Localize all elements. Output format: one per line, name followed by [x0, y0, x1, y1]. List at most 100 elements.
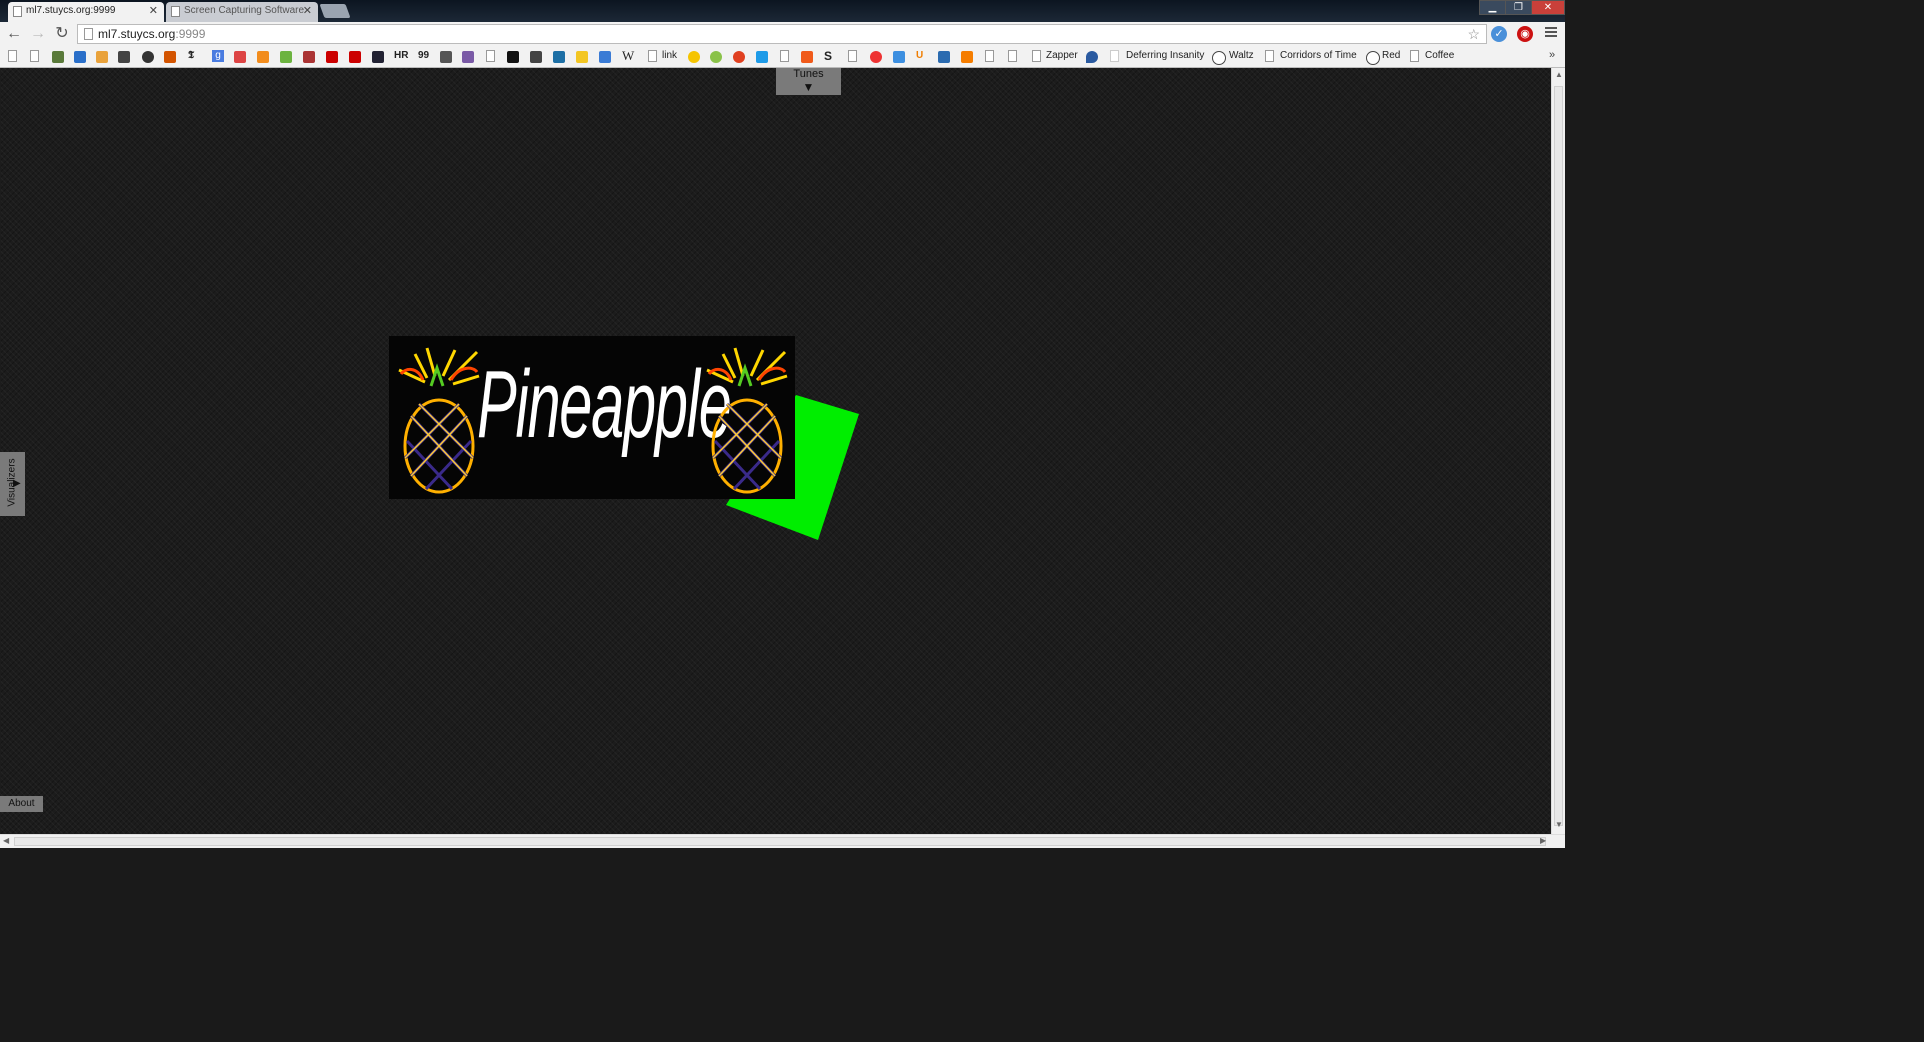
- blue-bookmark-icon[interactable]: [756, 51, 768, 63]
- pineapple-left-icon: [398, 347, 480, 494]
- page-bookmark-icon[interactable]: [486, 50, 495, 62]
- page-bookmark-icon[interactable]: [985, 50, 994, 62]
- bookmark-star-icon[interactable]: ☆: [1467, 25, 1480, 43]
- red-bookmark-icon[interactable]: [1366, 51, 1380, 65]
- adblock-icon[interactable]: ◉: [1517, 26, 1533, 42]
- bookmark-zapper[interactable]: Zapper: [1046, 50, 1078, 61]
- stack-bookmark-icon[interactable]: [553, 51, 565, 63]
- scroll-right-icon[interactable]: ▶: [1540, 836, 1546, 845]
- photo-bookmark-icon[interactable]: [52, 51, 64, 63]
- gmail-bookmark-icon[interactable]: [234, 51, 246, 63]
- visualizers-tab[interactable]: Visualizers ▶: [0, 452, 25, 516]
- blogger-bookmark-icon[interactable]: [961, 51, 973, 63]
- youtube-bookmark-icon[interactable]: [326, 51, 338, 63]
- wikipedia-bookmark-icon[interactable]: W: [622, 48, 634, 64]
- page-content: Tunes ▼ Pineapple Visualizers ▶ About: [0, 68, 1551, 834]
- pineapple-banner: Pineapple: [389, 336, 795, 499]
- bookmark-coffee[interactable]: Coffee: [1425, 50, 1454, 61]
- page-bookmark-icon[interactable]: [8, 50, 17, 62]
- tab-title: Screen Capturing Software: [184, 5, 305, 16]
- close-tab-icon[interactable]: ✕: [303, 2, 312, 20]
- bookmarks-overflow-icon[interactable]: »: [1549, 49, 1555, 61]
- minimize-icon[interactable]: ▁: [1479, 0, 1506, 15]
- page-bookmark-icon[interactable]: [1008, 50, 1017, 62]
- right-triangle-icon: ▶: [13, 478, 21, 489]
- u-bookmark-icon[interactable]: U: [916, 50, 923, 61]
- scrollbar-thumb[interactable]: [14, 837, 1546, 846]
- hr-bookmark-icon[interactable]: HR: [394, 50, 408, 61]
- nyt-bookmark-icon[interactable]: 𝕿: [188, 50, 194, 61]
- pineapple-title: Pineapple: [477, 351, 732, 458]
- reddit-bookmark-icon[interactable]: [164, 51, 176, 63]
- vertical-scrollbar[interactable]: ▲ ▼: [1551, 68, 1565, 834]
- tab-active[interactable]: ml7.stuycs.org:9999 ✕: [8, 2, 164, 22]
- extension-icon[interactable]: ✓: [1491, 26, 1507, 42]
- bookmark-link[interactable]: link: [662, 50, 677, 61]
- book-bookmark-icon[interactable]: [303, 51, 315, 63]
- bookmark-waltz[interactable]: Waltz: [1229, 50, 1254, 61]
- analytics-bookmark-icon[interactable]: [257, 51, 269, 63]
- waltz-bookmark-icon[interactable]: [1212, 51, 1226, 65]
- scroll-down-icon[interactable]: ▼: [1555, 820, 1563, 829]
- s-bookmark-icon[interactable]: S: [824, 49, 832, 63]
- z-bookmark-icon[interactable]: [507, 51, 519, 63]
- page-bookmark-icon[interactable]: [848, 50, 857, 62]
- printer-bookmark-icon[interactable]: [530, 51, 542, 63]
- tomato-bookmark-icon[interactable]: [733, 51, 745, 63]
- page-bookmark-icon[interactable]: [648, 50, 657, 62]
- quote-bookmark-icon[interactable]: 99: [418, 50, 429, 61]
- back-arrow-icon[interactable]: ←: [4, 24, 24, 44]
- down-triangle-icon: ▼: [802, 80, 815, 94]
- close-tab-icon[interactable]: ✕: [149, 2, 158, 20]
- page-bookmark-icon[interactable]: [30, 50, 39, 62]
- tab-inactive[interactable]: Screen Capturing Software ✕: [166, 2, 318, 22]
- youtube-bookmark-icon[interactable]: [349, 51, 361, 63]
- maximize-icon[interactable]: ❐: [1505, 0, 1532, 15]
- bookmark-corridors-of-time[interactable]: Corridors of Time: [1280, 50, 1357, 61]
- leaf-bookmark-icon[interactable]: [710, 51, 722, 63]
- chart-bookmark-icon[interactable]: [96, 51, 108, 63]
- forward-arrow-icon[interactable]: →: [28, 24, 48, 44]
- hn-bookmark-icon[interactable]: [118, 51, 130, 63]
- help-bookmark-icon[interactable]: [599, 51, 611, 63]
- page-bookmark-icon[interactable]: [1265, 50, 1274, 62]
- page-icon: [13, 6, 22, 17]
- calendar-bookmark-icon[interactable]: [74, 51, 86, 63]
- page-bookmark-icon[interactable]: [1410, 50, 1419, 62]
- scrollbar-thumb[interactable]: [1554, 86, 1563, 826]
- dropbox-bookmark-icon[interactable]: [893, 51, 905, 63]
- page-bookmark-icon[interactable]: [780, 50, 789, 62]
- bookmark-deferring-insanity[interactable]: Deferring Insanity: [1126, 50, 1204, 61]
- bookmarks-bar: 𝕿 g HR 99 W link S U Zapper Deferring In…: [0, 46, 1565, 68]
- bookmark-red[interactable]: Red: [1382, 50, 1400, 61]
- purple-bookmark-icon[interactable]: [462, 51, 474, 63]
- github-bookmark-icon[interactable]: [142, 51, 154, 63]
- tunes-label: Tunes: [793, 68, 824, 80]
- page-bookmark-icon[interactable]: [1032, 50, 1041, 62]
- tab-title: ml7.stuycs.org:9999: [26, 5, 116, 16]
- qr-bookmark-icon[interactable]: [440, 51, 452, 63]
- scroll-up-icon[interactable]: ▲: [1555, 70, 1563, 79]
- yellow-bookmark-icon[interactable]: [688, 51, 700, 63]
- horizontal-scrollbar[interactable]: ◀ ▶: [0, 834, 1565, 848]
- menu-icon[interactable]: [1545, 27, 1557, 29]
- address-bar[interactable]: ml7.stuycs.org:9999 ☆: [77, 24, 1487, 44]
- drops-bookmark-icon[interactable]: [1086, 51, 1098, 63]
- tunes-tab[interactable]: Tunes ▼: [776, 68, 841, 95]
- about-button[interactable]: About: [0, 796, 43, 812]
- close-window-icon[interactable]: ✕: [1531, 0, 1565, 15]
- feed-bookmark-icon[interactable]: [280, 51, 292, 63]
- google-bookmark-icon[interactable]: g: [212, 50, 224, 62]
- tab-strip: ml7.stuycs.org:9999 ✕ Screen Capturing S…: [0, 0, 1565, 22]
- dark-bookmark-icon[interactable]: [372, 51, 384, 63]
- play-bookmark-icon[interactable]: [801, 51, 813, 63]
- page-bookmark-icon[interactable]: [1110, 50, 1119, 62]
- reload-icon[interactable]: ↻: [52, 24, 72, 44]
- url-text: ml7.stuycs.org:9999: [98, 27, 206, 41]
- red-burst-bookmark-icon[interactable]: [870, 51, 882, 63]
- scroll-left-icon[interactable]: ◀: [3, 836, 9, 845]
- page-icon: [84, 28, 93, 40]
- new-tab-button[interactable]: [319, 4, 351, 18]
- house-bookmark-icon[interactable]: [938, 51, 950, 63]
- sun-bookmark-icon[interactable]: [576, 51, 588, 63]
